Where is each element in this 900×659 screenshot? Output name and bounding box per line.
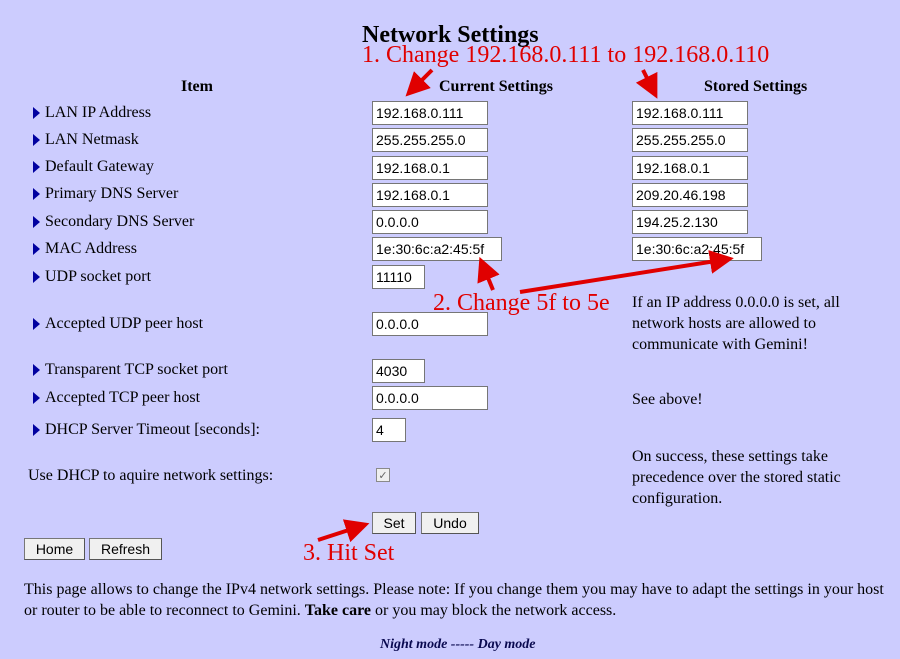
arrow-step1-current [405,68,434,97]
arrow-step3 [317,519,370,543]
arrow-step2-stored [519,250,734,294]
annotation-step2: 2. Change 5f to 5e [433,290,610,316]
arrow-step1-stored [635,69,658,99]
arrow-step2-current [477,256,500,291]
annotation-step1: 1. Change 192.168.0.111 to 192.168.0.110 [362,42,770,68]
annotation-arrows [317,68,734,543]
annotation-step3: 3. Hit Set [303,540,395,566]
